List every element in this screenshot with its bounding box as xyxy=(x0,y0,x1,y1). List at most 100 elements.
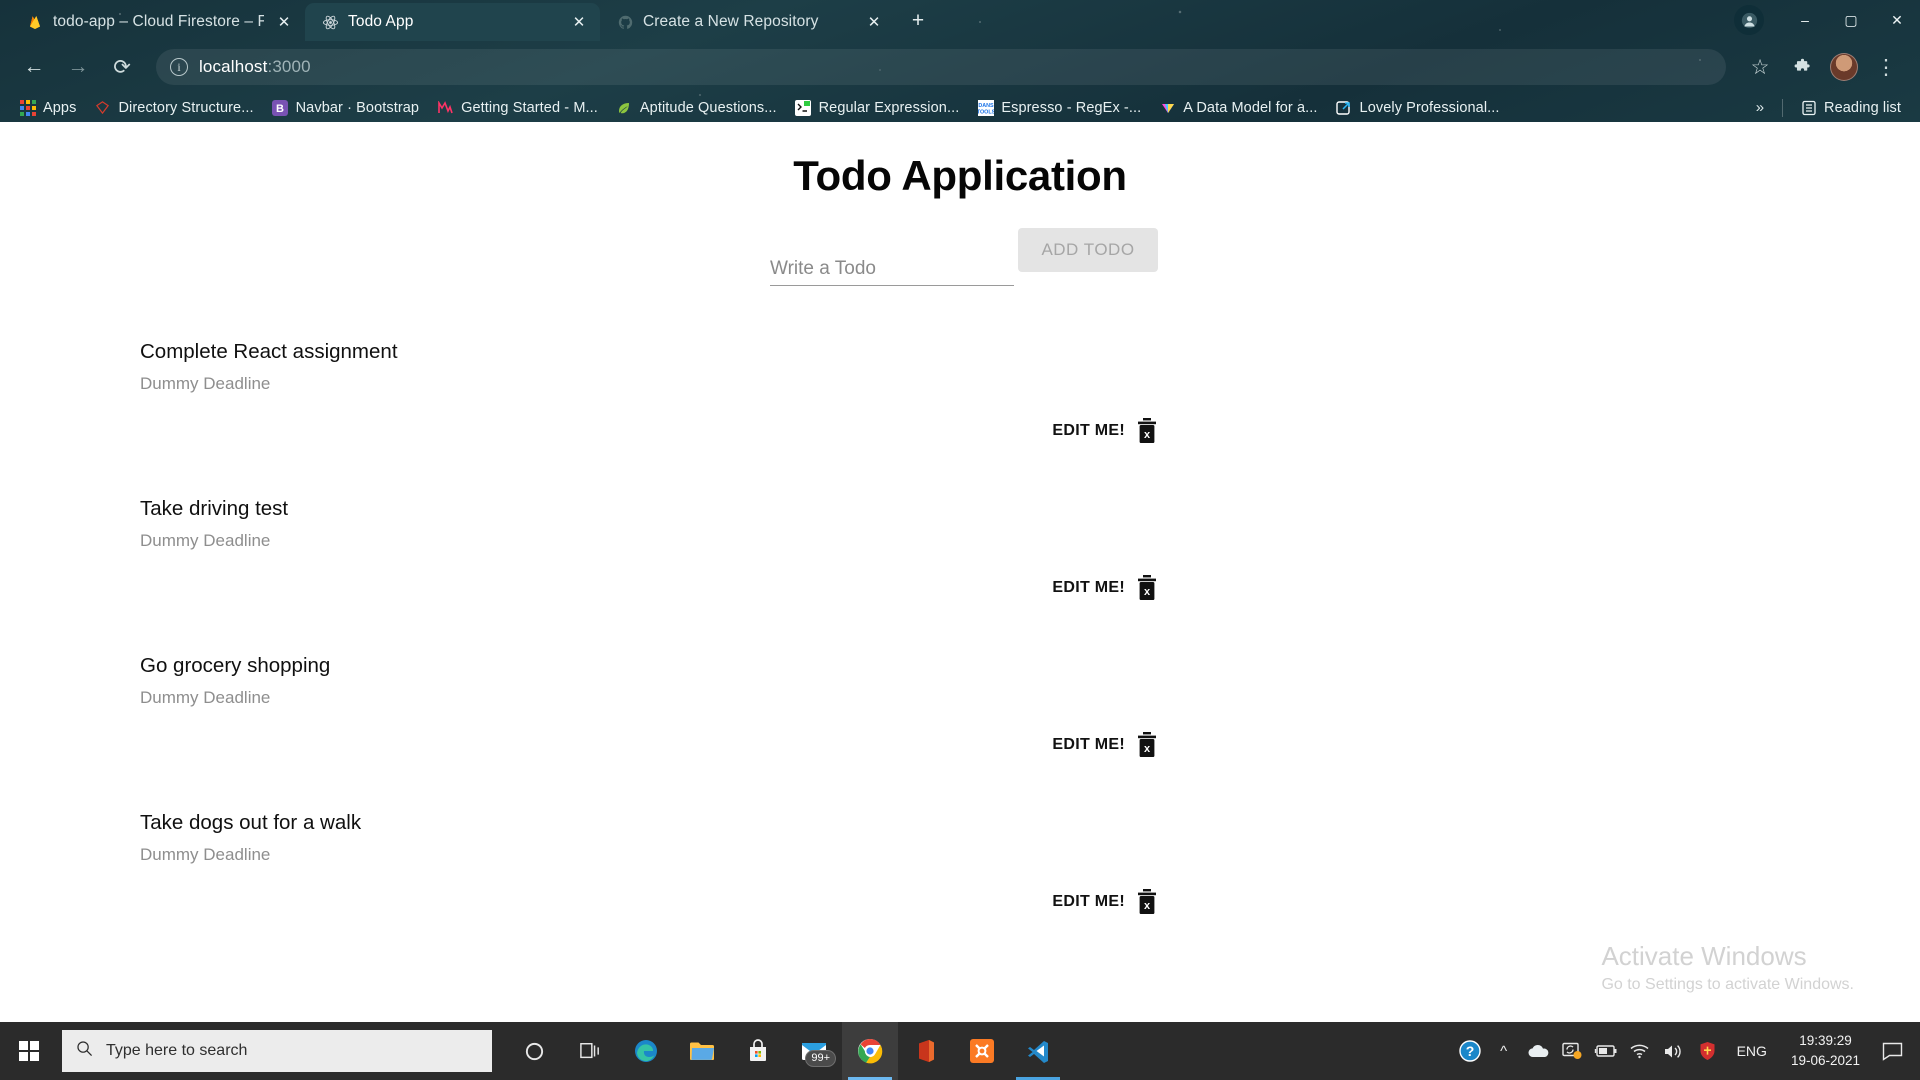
navigation-bar: ← → ⟳ i localhost:3000 ☆ ⋮ xyxy=(0,41,1920,93)
page-content: Todo Application ADD TODO Complete React… xyxy=(0,122,1920,1022)
mail-icon[interactable]: 99+ xyxy=(786,1022,842,1080)
todo-title: Take driving test xyxy=(140,497,289,520)
chrome-menu-icon[interactable]: ⋮ xyxy=(1866,47,1906,87)
cortana-icon[interactable] xyxy=(506,1022,562,1080)
todo-list: Complete React assignment Dummy Deadline… xyxy=(0,340,1920,968)
bookmark-item-0[interactable]: Directory Structure... xyxy=(85,96,262,119)
bookmark-item-7[interactable]: Lovely Professional... xyxy=(1327,96,1509,119)
minimize-button[interactable]: – xyxy=(1782,0,1828,40)
bookmark-item-4[interactable]: Regular Expression... xyxy=(786,96,969,119)
start-button[interactable] xyxy=(0,1022,58,1080)
close-window-button[interactable]: ✕ xyxy=(1874,0,1920,40)
close-icon[interactable]: ✕ xyxy=(863,11,885,33)
xampp-icon[interactable] xyxy=(954,1022,1010,1080)
help-icon[interactable]: ? xyxy=(1453,1022,1487,1080)
todo-actions: EDIT ME! x xyxy=(1052,889,1158,915)
divider xyxy=(1782,98,1784,117)
file-explorer-icon[interactable] xyxy=(674,1022,730,1080)
bookmark-apps[interactable]: Apps xyxy=(10,96,85,119)
windows-logo-icon xyxy=(18,1040,40,1062)
trash-icon[interactable]: x xyxy=(1136,889,1158,915)
bookmark-label: Lovely Professional... xyxy=(1359,99,1500,116)
bookmark-item-2[interactable]: Getting Started - M... xyxy=(428,96,607,119)
language-indicator[interactable]: ENG xyxy=(1725,1043,1779,1059)
browser-tab-1[interactable]: Todo App ✕ xyxy=(305,3,600,41)
show-hidden-icons-chevron[interactable]: ^ xyxy=(1487,1022,1521,1080)
onedrive-icon[interactable] xyxy=(1521,1022,1555,1080)
bookmark-item-5[interactable]: DANS TOOLS Espresso - RegEx -... xyxy=(968,96,1150,119)
avatar[interactable] xyxy=(1824,47,1864,87)
todo-actions: EDIT ME! x xyxy=(1052,732,1158,758)
tab-title: Create a New Repository xyxy=(643,13,819,30)
back-icon[interactable]: ← xyxy=(14,47,54,87)
windows-update-icon[interactable] xyxy=(1555,1022,1589,1080)
battery-icon[interactable] xyxy=(1589,1022,1623,1080)
bookmark-item-3[interactable]: Aptitude Questions... xyxy=(607,96,786,119)
security-shield-icon[interactable] xyxy=(1691,1022,1725,1080)
system-tray: ? ^ ENG 19:39:29 19-06-2021 xyxy=(1453,1022,1920,1080)
toolbar-actions: ☆ ⋮ xyxy=(1740,47,1906,87)
svg-text:x: x xyxy=(1144,743,1151,755)
todo-input[interactable] xyxy=(770,252,1014,286)
bookmarks-bar: Apps Directory Structure... B Navbar · B… xyxy=(0,93,1920,122)
office-icon[interactable] xyxy=(898,1022,954,1080)
todo-deadline: Dummy Deadline xyxy=(140,530,271,550)
close-icon[interactable]: ✕ xyxy=(273,11,295,33)
volume-icon[interactable] xyxy=(1657,1022,1691,1080)
reload-icon[interactable]: ⟳ xyxy=(102,47,142,87)
taskbar-search[interactable]: Type here to search xyxy=(62,1030,492,1072)
browser-tab-2[interactable]: Create a New Repository ✕ xyxy=(600,3,895,41)
address-bar[interactable]: i localhost:3000 xyxy=(156,49,1726,85)
puzzle-icon[interactable] xyxy=(1782,47,1822,87)
action-center-icon[interactable] xyxy=(1872,1022,1912,1080)
browser-chrome: todo-app – Cloud Firestore – Fire ✕ Todo… xyxy=(0,0,1920,122)
bookmark-label: Regular Expression... xyxy=(818,99,960,116)
ruby-icon xyxy=(94,99,111,116)
bookmark-label: Espresso - RegEx -... xyxy=(1001,99,1142,116)
svg-text:TOOLS: TOOLS xyxy=(978,109,994,115)
vscode-icon[interactable] xyxy=(1010,1022,1066,1080)
bootstrap-icon: B xyxy=(272,99,289,116)
close-icon[interactable]: ✕ xyxy=(568,11,590,33)
task-view-icon[interactable] xyxy=(562,1022,618,1080)
firebase-icon xyxy=(26,13,44,31)
bookmark-star-icon[interactable]: ☆ xyxy=(1740,47,1780,87)
terminal-icon xyxy=(795,99,812,116)
svg-text:x: x xyxy=(1144,586,1151,598)
window-controls: – ▢ ✕ xyxy=(1734,0,1920,40)
todo-deadline: Dummy Deadline xyxy=(140,844,271,864)
svg-text:B: B xyxy=(276,103,284,115)
microsoft-store-icon[interactable] xyxy=(730,1022,786,1080)
profile-badge-icon[interactable] xyxy=(1734,5,1764,35)
add-todo-row: ADD TODO xyxy=(770,228,1158,296)
edit-todo-button[interactable]: EDIT ME! xyxy=(1052,579,1125,597)
trash-icon[interactable]: x xyxy=(1136,575,1158,601)
todo-actions: EDIT ME! x xyxy=(1052,418,1158,444)
bookmarks-overflow-icon[interactable]: » xyxy=(1746,99,1774,116)
reading-list-label: Reading list xyxy=(1824,99,1901,116)
edit-todo-button[interactable]: EDIT ME! xyxy=(1052,893,1125,911)
bookmark-item-1[interactable]: B Navbar · Bootstrap xyxy=(263,96,429,119)
add-todo-button[interactable]: ADD TODO xyxy=(1018,228,1158,272)
svg-text:x: x xyxy=(1144,900,1151,912)
new-tab-button[interactable]: + xyxy=(901,6,935,36)
edit-todo-button[interactable]: EDIT ME! xyxy=(1052,736,1125,754)
forward-icon[interactable]: → xyxy=(58,47,98,87)
edge-icon[interactable] xyxy=(618,1022,674,1080)
edit-todo-button[interactable]: EDIT ME! xyxy=(1052,422,1125,440)
wifi-icon[interactable] xyxy=(1623,1022,1657,1080)
site-info-icon[interactable]: i xyxy=(170,58,188,76)
browser-tab-0[interactable]: todo-app – Cloud Firestore – Fire ✕ xyxy=(10,3,305,41)
taskbar-clock[interactable]: 19:39:29 19-06-2021 xyxy=(1779,1031,1872,1070)
trash-icon[interactable]: x xyxy=(1136,732,1158,758)
url-host: localhost xyxy=(199,57,268,76)
trash-icon[interactable]: x xyxy=(1136,418,1158,444)
todo-item: Complete React assignment Dummy Deadline… xyxy=(0,340,1920,497)
svg-text:x: x xyxy=(1144,429,1151,441)
taskbar-app-icons: 99+ xyxy=(506,1022,1066,1080)
bookmark-item-6[interactable]: A Data Model for a... xyxy=(1150,96,1326,119)
maximize-button[interactable]: ▢ xyxy=(1828,0,1874,40)
browser-window: todo-app – Cloud Firestore – Fire ✕ Todo… xyxy=(0,0,1920,1022)
reading-list-button[interactable]: Reading list xyxy=(1791,96,1910,119)
chrome-icon[interactable] xyxy=(842,1022,898,1080)
